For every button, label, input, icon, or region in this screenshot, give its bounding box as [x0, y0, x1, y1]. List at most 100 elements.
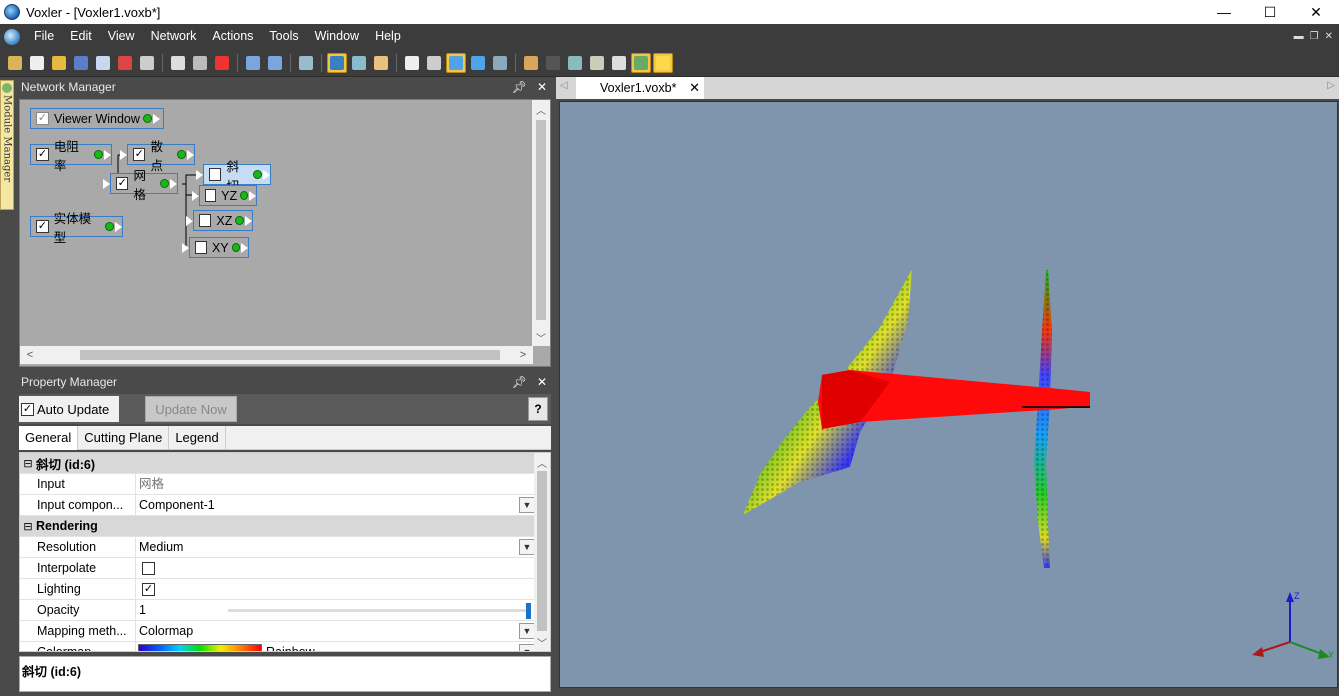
- mapping-method-select[interactable]: Colormap ▼: [136, 621, 535, 641]
- close-panel-icon[interactable]: ✕: [537, 80, 547, 94]
- whats-this-button[interactable]: [296, 53, 316, 73]
- node-checkbox[interactable]: [209, 168, 222, 181]
- rotate-button[interactable]: [327, 52, 347, 73]
- tab-scroll-left-icon[interactable]: ◁: [560, 80, 568, 91]
- menu-actions[interactable]: Actions: [204, 24, 261, 49]
- output-port-icon[interactable]: [105, 222, 114, 231]
- input-port-icon[interactable]: [186, 216, 193, 226]
- viewer-scene[interactable]: Z Y: [560, 102, 1338, 688]
- scroll-down-icon[interactable]: ﹀: [532, 330, 550, 346]
- node-xy-slice[interactable]: XY: [182, 237, 249, 258]
- minimize-button[interactable]: —: [1201, 0, 1247, 24]
- new-button[interactable]: [27, 53, 47, 73]
- node-checkbox[interactable]: ✓: [36, 220, 49, 233]
- print-button[interactable]: [137, 53, 157, 73]
- open-button[interactable]: [49, 53, 69, 73]
- pin-icon[interactable]: 📌︎: [512, 80, 527, 94]
- chevron-down-icon[interactable]: ▼: [519, 623, 535, 639]
- app-menu-icon[interactable]: [4, 28, 20, 45]
- tab-cutting-plane[interactable]: Cutting Plane: [78, 426, 170, 450]
- save-button[interactable]: [71, 53, 91, 73]
- node-checkbox[interactable]: ✓: [116, 177, 129, 190]
- output-port-icon[interactable]: [177, 150, 186, 159]
- tab-legend[interactable]: Legend: [169, 426, 226, 450]
- close-button[interactable]: ✕: [1293, 0, 1339, 24]
- output-port-icon[interactable]: [142, 114, 152, 123]
- menu-edit[interactable]: Edit: [62, 24, 100, 49]
- pan-button[interactable]: [371, 53, 391, 73]
- property-vertical-scrollbar[interactable]: ︿ ﹀: [534, 453, 550, 651]
- menu-help[interactable]: Help: [367, 24, 409, 49]
- scrollbar-thumb[interactable]: [80, 350, 500, 360]
- highlight-toggle-button[interactable]: [653, 52, 673, 73]
- viewer-3d[interactable]: Z Y: [559, 101, 1338, 688]
- output-port-icon[interactable]: [253, 170, 262, 179]
- collapse-icon[interactable]: ⊟: [20, 520, 36, 533]
- output-port-icon[interactable]: [240, 191, 248, 200]
- export-image-button[interactable]: [565, 53, 585, 73]
- section-row-module[interactable]: ⊟ 斜切 (id:6): [20, 453, 535, 474]
- capture-button[interactable]: [543, 53, 563, 73]
- document-tab[interactable]: Voxler1.voxb* ✕: [576, 77, 704, 99]
- menu-view[interactable]: View: [100, 24, 143, 49]
- tab-scroll-right-icon[interactable]: ▷: [1327, 80, 1335, 91]
- export-button[interactable]: [115, 53, 135, 73]
- mdi-close-icon[interactable]: ✕: [1325, 31, 1333, 42]
- update-now-button[interactable]: Update Now: [145, 396, 237, 422]
- input-port-icon[interactable]: [103, 179, 110, 189]
- output-port-icon[interactable]: [94, 150, 103, 159]
- menu-tools[interactable]: Tools: [261, 24, 306, 49]
- scrollbar-thumb[interactable]: [537, 471, 547, 631]
- node-checkbox[interactable]: [205, 189, 217, 202]
- maximize-button[interactable]: ☐: [1247, 0, 1293, 24]
- node-xz-slice[interactable]: XZ: [186, 210, 253, 231]
- opacity-slider-thumb[interactable]: [526, 603, 531, 619]
- module-manager-tab[interactable]: Module Manager: [0, 80, 14, 210]
- close-tab-icon[interactable]: ✕: [689, 80, 700, 96]
- paste-button[interactable]: [190, 53, 210, 73]
- scroll-down-icon[interactable]: ﹀: [534, 635, 550, 651]
- tab-general[interactable]: General: [19, 426, 79, 450]
- delete-button[interactable]: [212, 53, 232, 73]
- collapse-icon[interactable]: ⊟: [20, 457, 36, 470]
- input-port-icon[interactable]: [120, 150, 127, 160]
- input-port-icon[interactable]: [182, 243, 189, 253]
- node-viewer-window[interactable]: ✓ Viewer Window: [30, 108, 164, 129]
- node-scatter[interactable]: ✓ 散点: [120, 140, 195, 173]
- network-vertical-scrollbar[interactable]: ︿ ﹀: [532, 100, 550, 346]
- perspective-view-button[interactable]: [446, 52, 466, 73]
- scrollbar-thumb[interactable]: [536, 120, 546, 320]
- orthographic-view-button[interactable]: [468, 53, 488, 73]
- interpolate-checkbox[interactable]: [142, 562, 155, 575]
- chevron-down-icon[interactable]: ▼: [519, 644, 535, 651]
- mdi-restore-icon[interactable]: ❐: [1310, 31, 1319, 42]
- node-checkbox[interactable]: ✓: [133, 148, 146, 161]
- copy-button[interactable]: [168, 53, 188, 73]
- chevron-down-icon[interactable]: ▼: [519, 497, 535, 513]
- home-view-button[interactable]: [424, 53, 444, 73]
- new-network-button[interactable]: [5, 53, 25, 73]
- lock-button[interactable]: [587, 53, 607, 73]
- menu-network[interactable]: Network: [143, 24, 205, 49]
- node-checkbox[interactable]: [199, 214, 212, 227]
- light-button[interactable]: [609, 53, 629, 73]
- scroll-right-icon[interactable]: >: [515, 346, 531, 364]
- output-port-icon[interactable]: [231, 243, 240, 252]
- network-horizontal-scrollbar[interactable]: < >: [20, 346, 533, 364]
- lighting-checkbox[interactable]: ✓: [142, 583, 155, 596]
- node-yz-slice[interactable]: YZ: [192, 185, 257, 206]
- output-port-icon[interactable]: [160, 179, 169, 188]
- resolution-select[interactable]: Medium ▼: [136, 537, 535, 557]
- scroll-up-icon[interactable]: ︿: [534, 455, 550, 471]
- opacity-slider[interactable]: [228, 609, 528, 612]
- zoom-button[interactable]: [349, 53, 369, 73]
- menu-window[interactable]: Window: [307, 24, 367, 49]
- node-checkbox[interactable]: [195, 241, 207, 254]
- pin-icon[interactable]: 📌︎: [512, 375, 527, 389]
- colormap-select[interactable]: Rainbow ▼: [136, 642, 535, 651]
- node-checkbox[interactable]: ✓: [36, 148, 49, 161]
- menu-file[interactable]: File: [26, 24, 62, 49]
- input-port-icon[interactable]: [196, 170, 203, 180]
- axes-toggle-button[interactable]: [631, 52, 651, 73]
- node-checkbox[interactable]: ✓: [36, 112, 49, 125]
